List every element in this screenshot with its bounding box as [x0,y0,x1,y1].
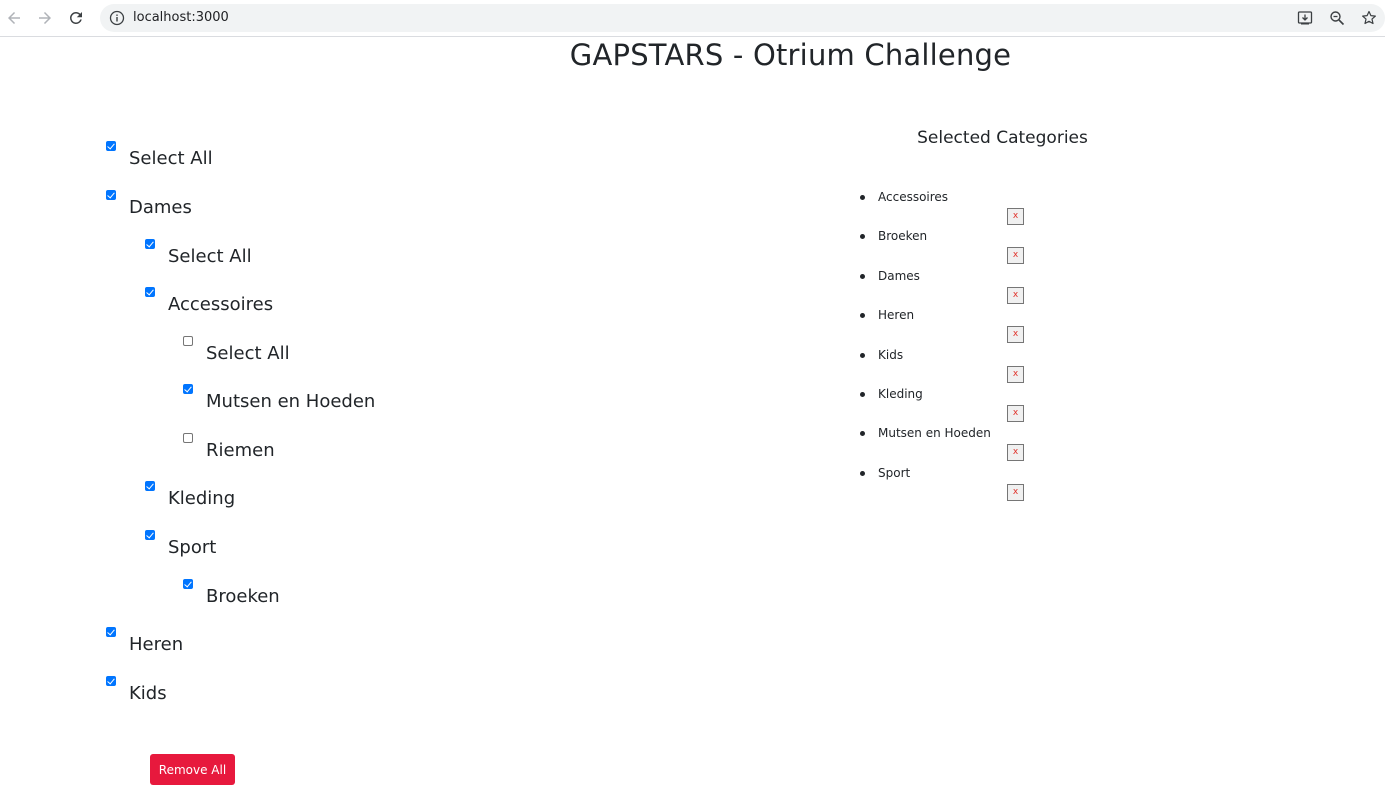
tree-item-riemen: Riemen [183,433,275,463]
selected-category-name: Accessoires [878,190,949,204]
bullet-icon [860,352,865,358]
remove-category-button[interactable]: x [1007,208,1024,225]
page-title: GAPSTARS - Otrium Challenge [569,38,1012,72]
checkbox[interactable] [106,676,116,686]
tree-item-label: Select All [129,147,213,169]
remove-category-button[interactable]: x [1007,326,1024,344]
tree-item-mutsen-en-hoeden: Mutsen en Hoeden [183,384,376,414]
tree-item-select-all: Select All [145,239,252,269]
tree-item-select-all: Select All [183,336,290,366]
checkbox[interactable] [183,384,193,394]
selected-category-name: Dames [878,268,920,283]
list-item: Dames x [860,267,1060,306]
forward-button[interactable] [33,6,57,30]
list-item: Broeken x [860,227,1060,266]
tree-item-select-all: Select All [106,141,213,171]
checkbox[interactable] [183,579,193,589]
tree-item-label: Broeken [206,585,280,607]
selected-category-name: Broeken [878,229,928,244]
reload-button[interactable] [64,6,88,30]
forward-icon [39,12,51,24]
selected-categories-heading: Selected Categories [917,128,1088,148]
bullet-icon [860,195,865,200]
checkbox[interactable] [106,190,116,200]
list-item: Sport x [860,464,1060,503]
install-icon[interactable] [1297,10,1313,26]
checkbox[interactable] [183,433,193,443]
tree-item-sport: Sport [145,530,217,560]
tree-item-label: Kleding [168,487,236,509]
remove-category-button[interactable]: x [1007,286,1024,304]
tree-item-label: Mutsen en Hoeden [206,390,376,412]
reload-icon [69,11,82,24]
address-bar[interactable]: localhost:3000 [100,4,1385,32]
list-item: Accessoires x [860,188,1060,227]
tree-item-label: Dames [129,196,192,218]
selected-category-name: Heren [878,308,915,323]
tree-item-label: Sport [168,536,217,558]
list-item: Mutsen en Hoeden x [860,424,1060,463]
selected-category-name: Kleding [878,386,923,401]
selected-categories-list: Accessoires x Broeken x Dames x Heren x … [860,188,1060,503]
tree-item-dames: Dames [106,190,192,220]
checkbox[interactable] [145,530,155,540]
url-text[interactable]: localhost:3000 [133,10,229,25]
checkbox[interactable] [183,336,193,346]
tree-item-accessoires: Accessoires [145,287,274,317]
remove-category-button[interactable]: x [1007,365,1024,383]
remove-all-button[interactable]: Remove All [150,754,235,785]
tree-item-label: Accessoires [168,293,274,315]
zoom-icon[interactable] [1329,10,1345,26]
list-item: Kids x [860,346,1060,385]
tree-item-broeken: Broeken [183,579,280,609]
checkbox[interactable] [106,141,116,151]
tree-item-kleding: Kleding [145,481,236,511]
info-icon[interactable] [109,10,125,26]
bullet-icon [860,470,865,476]
bullet-icon [860,313,865,319]
browser-toolbar: localhost:3000 [0,0,1385,37]
selected-category-name: Mutsen en Hoeden [878,426,991,441]
checkbox[interactable] [145,287,155,297]
checkbox[interactable] [145,239,155,249]
tree-item-label: Heren [129,633,184,655]
selected-category-name: Sport [878,465,911,480]
tree-item-label: Select All [168,245,252,267]
back-icon [8,12,20,24]
bullet-icon [860,234,865,240]
list-item: Heren x [860,306,1060,345]
selected-category-name: Kids [878,347,904,362]
list-item: Kleding x [860,385,1060,424]
tree-item-kids: Kids [106,676,167,706]
bookmark-star-icon[interactable] [1361,10,1377,26]
tree-item-heren: Heren [106,627,184,657]
tree-item-label: Select All [206,342,290,364]
tree-item-label: Riemen [206,439,275,461]
bullet-icon [860,431,865,437]
back-button[interactable] [2,6,26,30]
remove-category-button[interactable]: x [1007,444,1024,462]
tree-item-label: Kids [129,682,167,704]
remove-category-button[interactable]: x [1007,404,1024,422]
bullet-icon [860,391,865,397]
remove-category-button[interactable]: x [1007,483,1024,501]
bullet-icon [860,273,865,279]
remove-category-button[interactable]: x [1007,247,1024,265]
checkbox[interactable] [145,481,155,491]
checkbox[interactable] [106,627,116,637]
